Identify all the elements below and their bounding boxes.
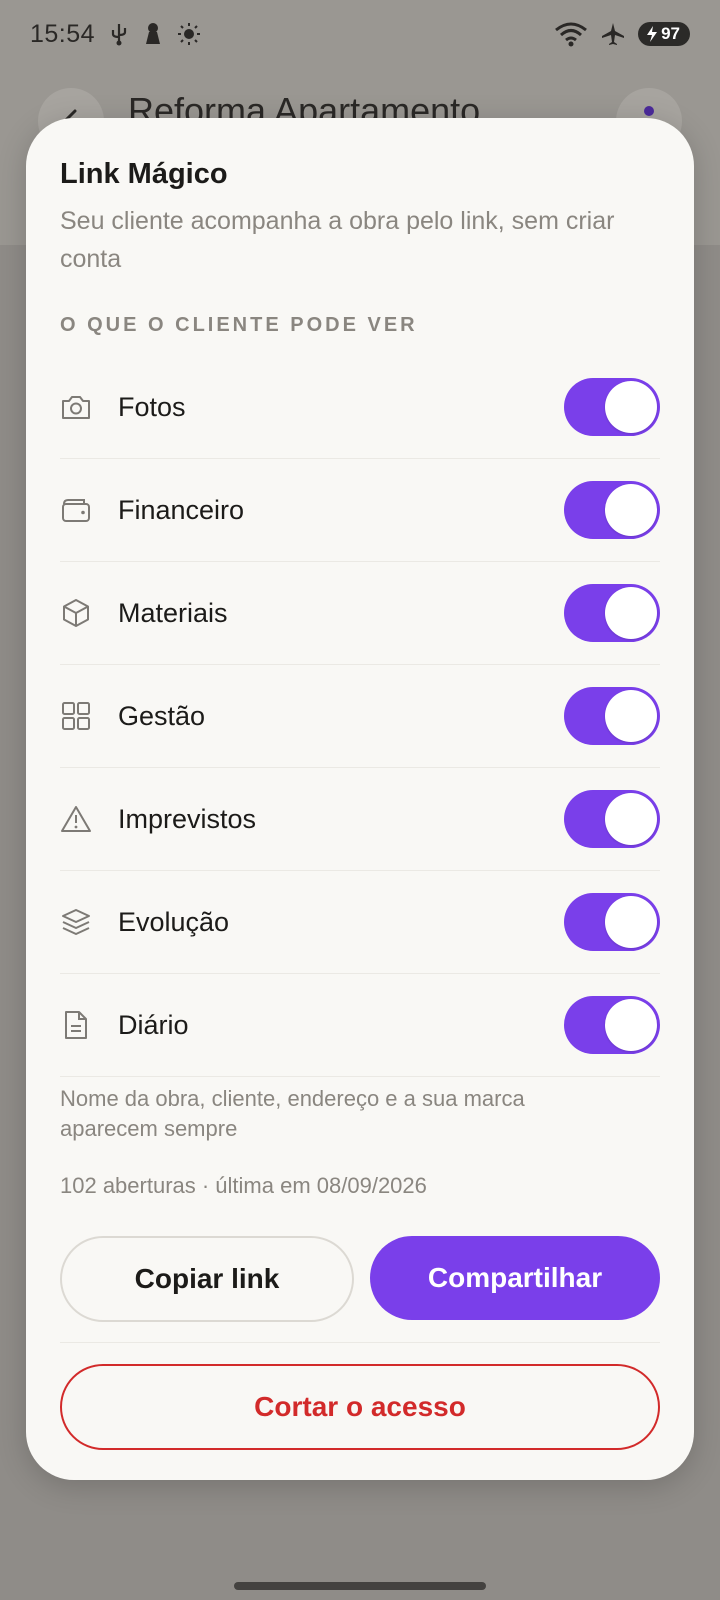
wifi-icon bbox=[555, 22, 588, 47]
status-bar: 15:54 97 bbox=[0, 0, 720, 68]
fotos-switch[interactable] bbox=[564, 378, 660, 436]
airplane-mode-icon bbox=[602, 23, 625, 45]
layers-icon bbox=[60, 906, 92, 938]
share-button[interactable]: Compartilhar bbox=[370, 1236, 660, 1320]
switch-knob bbox=[605, 793, 657, 845]
sheet-title: Link Mágico bbox=[60, 158, 228, 190]
toggle-row-diario: Diário bbox=[60, 974, 660, 1077]
toggle-row-fotos: Fotos bbox=[60, 356, 660, 459]
toggle-label: Materiais bbox=[118, 597, 228, 628]
toggle-label: Diário bbox=[118, 1009, 189, 1040]
toggle-label: Imprevistos bbox=[118, 803, 257, 834]
link-stats: 102 aberturas · última em 08/09/2026 bbox=[60, 1173, 427, 1198]
section-label: O QUE O CLIENTE PODE VER bbox=[60, 314, 418, 336]
toggle-label: Evolução bbox=[118, 906, 230, 937]
evolucao-switch[interactable] bbox=[564, 893, 660, 951]
battery-level: 97 bbox=[661, 24, 680, 43]
toggle-label: Financeiro bbox=[118, 494, 245, 525]
materiais-switch[interactable] bbox=[564, 584, 660, 642]
copy-link-button[interactable]: Copiar link bbox=[60, 1236, 354, 1322]
toggle-row-imprevistos: Imprevistos bbox=[60, 768, 660, 871]
toggle-row-gestao: Gestão bbox=[60, 665, 660, 768]
switch-knob bbox=[605, 999, 657, 1051]
link-magico-sheet: Link Mágico Seu cliente acompanha a obra… bbox=[26, 118, 694, 1480]
financeiro-switch[interactable] bbox=[564, 481, 660, 539]
visibility-toggle-list: Fotos Financeiro Materiais Gestão Imprev… bbox=[60, 356, 660, 1077]
toggle-row-evolucao: Evolução bbox=[60, 871, 660, 974]
camera-icon bbox=[60, 391, 92, 423]
revoke-access-button[interactable]: Cortar o acesso bbox=[60, 1364, 660, 1450]
incognito-icon bbox=[146, 23, 161, 44]
grid-icon bbox=[60, 700, 92, 732]
charging-bolt-icon bbox=[647, 26, 658, 42]
usb-icon bbox=[111, 24, 127, 46]
switch-knob bbox=[605, 896, 657, 948]
switch-knob bbox=[605, 381, 657, 433]
menu-dot-icon bbox=[644, 106, 654, 116]
brightness-icon bbox=[178, 23, 201, 45]
sheet-subtitle: Seu cliente acompanha a obra pelo link, … bbox=[60, 207, 615, 273]
diario-switch[interactable] bbox=[564, 996, 660, 1054]
switch-knob bbox=[605, 587, 657, 639]
gestao-switch[interactable] bbox=[564, 687, 660, 745]
switch-knob bbox=[605, 484, 657, 536]
imprevistos-switch[interactable] bbox=[564, 790, 660, 848]
toggle-label: Gestão bbox=[118, 700, 206, 731]
status-time: 15:54 bbox=[30, 19, 96, 48]
battery-indicator: 97 bbox=[638, 22, 690, 46]
toggle-row-financeiro: Financeiro bbox=[60, 459, 660, 562]
box-icon bbox=[60, 597, 92, 629]
home-indicator[interactable] bbox=[234, 1582, 486, 1590]
divider bbox=[60, 1342, 660, 1343]
document-icon bbox=[60, 1009, 92, 1041]
toggle-row-materiais: Materiais bbox=[60, 562, 660, 665]
switch-knob bbox=[605, 690, 657, 742]
action-buttons: Copiar link Compartilhar bbox=[60, 1236, 660, 1322]
wallet-icon bbox=[60, 494, 92, 526]
always-visible-note: Nome da obra, cliente, endereço e a sua … bbox=[60, 1086, 525, 1141]
toggle-label: Fotos bbox=[118, 391, 186, 422]
warning-icon bbox=[60, 803, 92, 835]
